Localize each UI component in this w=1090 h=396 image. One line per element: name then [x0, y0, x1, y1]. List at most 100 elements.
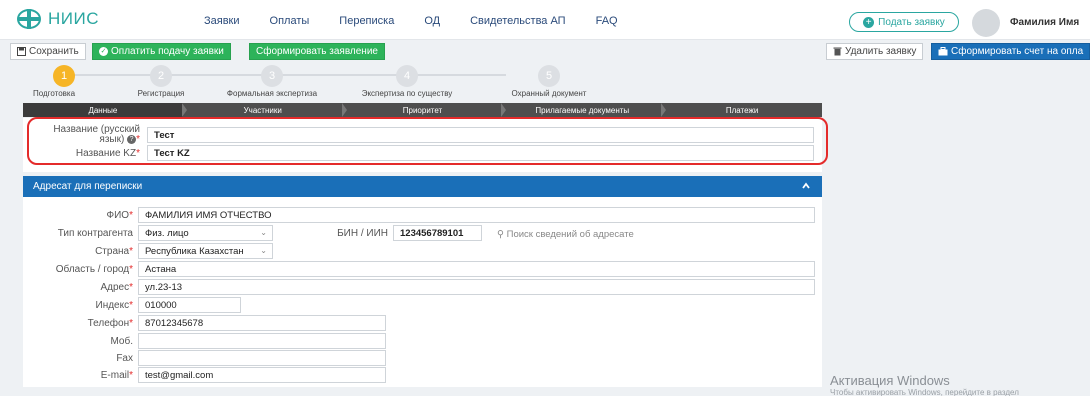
tab-priority[interactable]: Приоритет	[343, 103, 507, 117]
country-label-text: Страна	[95, 246, 130, 257]
region-label: Область / город*	[10, 264, 133, 275]
submit-application-button[interactable]: + Подать заявку	[849, 12, 959, 32]
search-addressee-text: Поиск сведений об адресате	[506, 229, 634, 240]
country-select[interactable]: Республика Казахстан ⌄	[138, 243, 273, 259]
address-input[interactable]: ул.23-13	[138, 279, 815, 295]
tab-payments-label: Платежи	[725, 105, 759, 115]
nav-item-certificates[interactable]: Свидетельства АП	[470, 15, 565, 27]
address-label: Адрес*	[30, 282, 133, 293]
required-mark: *	[129, 282, 133, 293]
country-value: Республика Казахстан	[145, 245, 244, 257]
required-mark: *	[129, 210, 133, 221]
search-icon: ⚲	[497, 229, 504, 240]
windows-activation-title: Активация Windows	[830, 373, 950, 388]
counterparty-type-label: Тип контрагента	[57, 228, 133, 239]
logo-icon	[17, 9, 41, 29]
chevron-down-icon: ⌄	[260, 228, 267, 237]
region-input[interactable]: Астана	[138, 261, 815, 277]
briefcase-icon	[938, 47, 948, 56]
phone-label-text: Телефон	[87, 318, 130, 329]
fax-input[interactable]	[138, 350, 386, 366]
save-label: Сохранить	[29, 46, 79, 57]
form-statement-button[interactable]: Сформировать заявление	[249, 43, 385, 60]
country-label: Страна*	[30, 246, 133, 257]
step-5: 5	[538, 65, 560, 87]
pay-application-button[interactable]: ✓ Оплатить подачу заявки	[92, 43, 231, 60]
fio-label-text: ФИО	[106, 210, 130, 221]
address-panel-title: Адресат для переписки	[33, 181, 143, 192]
stepper-track	[70, 74, 506, 76]
required-mark: *	[136, 148, 140, 159]
form-statement-label: Сформировать заявление	[256, 46, 378, 57]
fio-input[interactable]: ФАМИЛИЯ ИМЯ ОТЧЕСТВО	[138, 207, 815, 223]
logo-text: НИИС	[48, 9, 99, 28]
counterparty-type-value: Физ. лицо	[145, 227, 189, 239]
logo[interactable]: НИИС	[16, 8, 99, 30]
avatar[interactable]	[972, 9, 1000, 37]
phone-label: Телефон*	[30, 318, 133, 329]
nav-item-correspondence[interactable]: Переписка	[339, 15, 394, 27]
tab-data[interactable]: Данные	[23, 103, 187, 117]
required-mark: *	[136, 134, 140, 146]
step-3: 3	[261, 65, 283, 87]
user-name[interactable]: Фамилия Имя	[1010, 17, 1079, 28]
nav-item-od[interactable]: ОД	[424, 15, 440, 27]
step-2-label: Регистрация	[137, 89, 185, 98]
nav-item-faq[interactable]: FAQ	[596, 15, 618, 27]
address-panel-header[interactable]: Адресат для переписки	[23, 176, 822, 197]
fax-label: Fax	[116, 353, 133, 364]
tab-separator	[341, 103, 347, 117]
section-tabs: Данные Участники Приоритет Прилагаемые д…	[23, 103, 822, 117]
email-input[interactable]: test@gmail.com	[138, 367, 386, 383]
fio-label: ФИО*	[30, 210, 133, 221]
step-5-label: Охранный документ	[511, 89, 587, 98]
tab-separator	[501, 103, 507, 117]
step-2: 2	[150, 65, 172, 87]
region-label-text: Область / город	[55, 264, 130, 275]
windows-activation-hint: Чтобы активировать Windows, перейдите в …	[830, 388, 1019, 396]
pay-application-label: Оплатить подачу заявки	[111, 46, 224, 57]
trash-icon	[833, 47, 842, 56]
help-icon[interactable]: ?	[127, 135, 137, 144]
name-kz-input[interactable]: Тест KZ	[147, 145, 814, 161]
main-nav: Заявки Оплаты Переписка ОД Свидетельства…	[204, 15, 648, 27]
tab-attached-documents[interactable]: Прилагаемые документы	[502, 103, 667, 117]
counterparty-type-select[interactable]: Физ. лицо ⌄	[138, 225, 273, 241]
index-label-text: Индекс	[95, 300, 130, 311]
index-input[interactable]: 010000	[138, 297, 241, 313]
delete-application-label: Удалить заявку	[845, 46, 917, 57]
action-toolbar: Сохранить ✓ Оплатить подачу заявки Сформ…	[0, 40, 1090, 62]
index-label: Индекс*	[30, 300, 134, 311]
delete-application-button[interactable]: Удалить заявку	[826, 43, 924, 60]
name-ru-label-line2: язык)	[99, 134, 125, 146]
name-ru-label: Название (русский язык) ? *	[30, 125, 140, 145]
chevron-up-icon[interactable]	[802, 182, 810, 190]
tab-participants[interactable]: Участники	[183, 103, 347, 117]
tab-priority-label: Приоритет	[402, 105, 443, 115]
required-mark: *	[129, 318, 133, 329]
search-addressee-link[interactable]: ⚲ Поиск сведений об адресате	[497, 229, 634, 240]
form-invoice-button[interactable]: Сформировать счет на опла	[931, 43, 1090, 60]
bin-input[interactable]: 123456789101	[393, 225, 482, 241]
tab-payments[interactable]: Платежи	[662, 103, 822, 117]
tab-separator	[181, 103, 187, 117]
mobile-label: Моб.	[110, 336, 133, 347]
nav-item-applications[interactable]: Заявки	[204, 15, 240, 27]
tab-participants-label: Участники	[243, 105, 282, 115]
name-ru-label-line1: Название (русский	[53, 124, 140, 135]
step-4: 4	[396, 65, 418, 87]
bin-label: БИН / ИИН	[337, 228, 388, 239]
mobile-input[interactable]	[138, 333, 386, 349]
step-1-label: Подготовка	[32, 89, 76, 98]
chevron-down-icon: ⌄	[260, 246, 267, 255]
nav-item-payments[interactable]: Оплаты	[270, 15, 310, 27]
top-navbar: НИИС Заявки Оплаты Переписка ОД Свидетел…	[0, 0, 1090, 40]
phone-input[interactable]: 87012345678	[138, 315, 386, 331]
check-circle-icon: ✓	[99, 47, 108, 56]
name-ru-input[interactable]: Тест	[147, 127, 814, 143]
address-label-text: Адрес	[100, 282, 130, 293]
email-label-text: E-mail	[100, 370, 130, 381]
step-4-label: Экспертиза по существу	[361, 89, 453, 98]
save-button[interactable]: Сохранить	[10, 43, 86, 60]
required-mark: *	[129, 264, 133, 275]
